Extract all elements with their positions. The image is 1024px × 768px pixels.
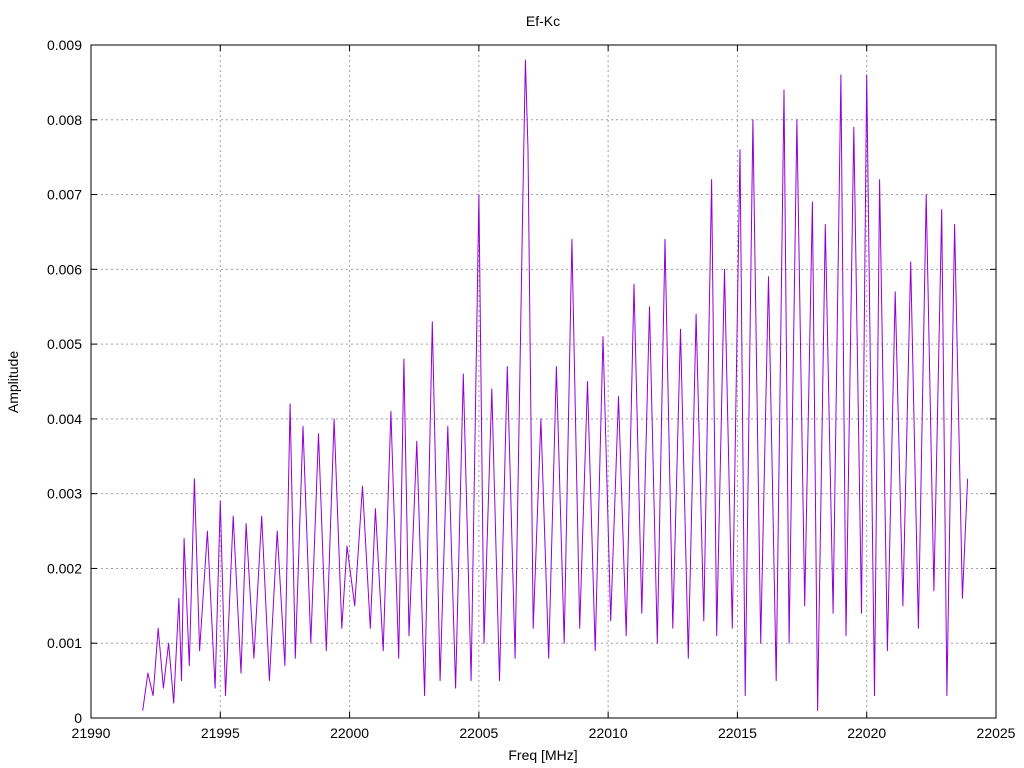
x-tick-label: 22025 — [977, 725, 1016, 741]
grid-layer — [91, 45, 996, 718]
y-tick-label: 0.008 — [47, 112, 82, 128]
chart: 21990 21995 22000 22005 22010 22015 22020 22025… — [5, 13, 1016, 763]
series-line — [142, 59, 969, 711]
x-tick-label: 21990 — [72, 725, 111, 741]
y-tick-label: 0.006 — [47, 261, 82, 277]
y-tick-label: 0 — [74, 710, 82, 726]
chart-title: Ef-Kc — [526, 13, 560, 29]
y-tick-label: 0.001 — [47, 635, 82, 651]
x-tick-label: 22010 — [589, 725, 628, 741]
y-tick-label: 0.007 — [47, 187, 82, 203]
x-tick-label: 22020 — [847, 725, 886, 741]
y-tick-label: 0.003 — [47, 486, 82, 502]
y-axis-label: Amplitude — [5, 351, 21, 413]
x-tick-label: 22000 — [330, 725, 369, 741]
x-tick-label: 21995 — [201, 725, 240, 741]
x-tick-label: 22015 — [718, 725, 757, 741]
y-tick-label: 0.009 — [47, 37, 82, 53]
y-tick-label: 0.004 — [47, 411, 82, 427]
plot-frame — [90, 44, 997, 719]
x-axis-label: Freq [MHz] — [508, 747, 577, 763]
y-tick-label: 0.005 — [47, 336, 82, 352]
series-layer — [142, 59, 969, 711]
y-tick-label: 0.002 — [47, 560, 82, 576]
x-tick-label: 22005 — [459, 725, 498, 741]
